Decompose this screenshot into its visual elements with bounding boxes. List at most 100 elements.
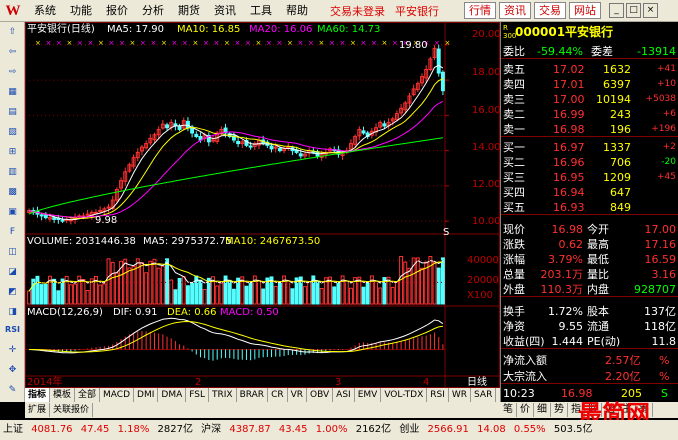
signal-marker: × [319, 39, 325, 47]
side-tab[interactable]: 细 [534, 403, 551, 417]
menu-analysis[interactable]: 分析 [135, 0, 171, 22]
stat-value: 203.1万 [540, 268, 584, 281]
tab-brar[interactable]: BRAR [237, 388, 269, 402]
tab-rsi[interactable]: RSI [427, 388, 449, 402]
tab-emv[interactable]: EMV [355, 388, 382, 402]
menu-system[interactable]: 系统 [27, 0, 63, 22]
bar-chart-icon[interactable]: ▥ [4, 164, 21, 180]
volume-bar [290, 288, 295, 305]
volume-bar [227, 279, 232, 305]
minimize-icon[interactable]: _ [609, 3, 624, 18]
kline-icon[interactable]: ⊞ [4, 144, 21, 160]
stats-icon[interactable]: ◫ [4, 244, 21, 260]
close-icon[interactable]: × [643, 3, 658, 18]
compare-icon[interactable]: ◨ [4, 304, 21, 320]
volume-bar [436, 267, 441, 305]
menu-tools[interactable]: 工具 [243, 0, 279, 22]
tab-item[interactable]: 全部 [75, 388, 101, 402]
menu-help[interactable]: 帮助 [279, 0, 315, 22]
candle-body [177, 125, 182, 130]
kline-chart[interactable]: × × × × × × × × × × × × × × × × × × × × × × × × × × × × × × × × × × × × × × × ×… [25, 22, 501, 388]
tab-macd[interactable]: MACD [100, 388, 135, 402]
chart-line-icon[interactable]: ▨ [4, 124, 21, 140]
right-arrow-icon[interactable]: ⇨ [4, 64, 21, 80]
tab-obv[interactable]: OBV [307, 388, 334, 402]
trade-button[interactable]: 交易 [534, 2, 566, 19]
zoom-icon[interactable]: ✛ [4, 342, 21, 358]
volume-bar [198, 279, 203, 305]
volume-bar [215, 285, 220, 305]
stat-label-2: 最高 [587, 238, 609, 251]
side-tab[interactable]: 价 [517, 403, 534, 417]
ask-row: 卖三 17.00 10194 +5038 [501, 92, 678, 107]
hs-index-change: 43.45 [278, 424, 308, 435]
tab-vol-tdx[interactable]: VOL-TDX [381, 388, 428, 402]
tab-fsl[interactable]: FSL [186, 388, 209, 402]
tab-item[interactable]: 模板 [50, 388, 76, 402]
list-icon[interactable]: ▦ [4, 84, 21, 100]
price-axis-20: 20.00 [472, 29, 501, 40]
stat-label: 涨幅 [503, 253, 525, 266]
tab-item[interactable]: 指标 [25, 388, 51, 402]
tab-vr[interactable]: VR [288, 388, 308, 402]
hs-index-label[interactable]: 沪深 [201, 424, 221, 435]
tick-side: S [661, 387, 668, 400]
maximize-icon[interactable]: □ [626, 3, 641, 18]
volume-bar [73, 283, 78, 305]
fund-value-2: 137亿 [644, 305, 676, 318]
report-icon[interactable]: ▤ [4, 104, 21, 120]
dea-label: DEA: 0.66 [167, 307, 217, 318]
volume-bar [181, 276, 186, 305]
ask-row: 卖一 16.98 196 +196 [501, 122, 678, 137]
tab-wr[interactable]: WR [449, 388, 472, 402]
sh-index-label[interactable]: 上证 [3, 424, 23, 435]
volume-bar [127, 267, 132, 305]
candle-body [436, 48, 441, 74]
tab-trix[interactable]: TRIX [209, 388, 237, 402]
pen-icon[interactable]: ✎ [4, 382, 21, 398]
tab-dma[interactable]: DMA [158, 388, 187, 402]
fund-value: 1.72% [548, 305, 583, 318]
window-icon[interactable]: ◩ [4, 284, 21, 300]
ranking-icon[interactable]: ◪ [4, 264, 21, 280]
trade-login-link[interactable]: 交易未登录 [325, 3, 390, 19]
menu-news[interactable]: 资讯 [207, 0, 243, 22]
trend-icon[interactable]: ▩ [4, 184, 21, 200]
signal-marker: × [277, 39, 283, 47]
signal-marker: × [203, 39, 209, 47]
volume-bar [114, 272, 119, 305]
tab-extend[interactable]: 扩展 [25, 403, 51, 417]
candle-body [440, 71, 445, 92]
fund-label: 换手 [503, 305, 525, 318]
move-icon[interactable]: ✥ [4, 362, 21, 378]
website-button[interactable]: 网站 [569, 2, 601, 19]
left-arrow-icon[interactable]: ⇦ [4, 44, 21, 60]
stat-value-2: 16.59 [644, 253, 677, 266]
menu-quote[interactable]: 报价 [99, 0, 135, 22]
dif-label: DIF: 0.91 [113, 307, 158, 318]
candle-body [43, 214, 48, 219]
side-tab[interactable]: 势 [551, 403, 568, 417]
tab-cr[interactable]: CR [268, 388, 288, 402]
table-icon[interactable]: ▣ [4, 204, 21, 220]
f10-icon[interactable]: F [4, 224, 21, 240]
cy-index-label[interactable]: 创业 [399, 424, 419, 435]
signal-marker: × [287, 39, 293, 47]
price-axis-16: 16.00 [472, 105, 501, 116]
left-toolbar: ⇧ ⇦ ⇨ ▦ ▤ ▨ ⊞ ▥ ▩ ▣ F ◫ ◪ ◩ ◨ RSI ✛ ✥ ✎ [0, 22, 25, 402]
tab-related-quote[interactable]: 关联报价 [50, 403, 94, 417]
bid-label: 买五 [503, 201, 525, 214]
menu-futures[interactable]: 期货 [171, 0, 207, 22]
tab-sar[interactable]: SAR [471, 388, 497, 402]
sh-index-pct: 1.18% [117, 424, 150, 435]
side-tab[interactable]: 笔 [500, 403, 517, 417]
quote-button[interactable]: 行情 [464, 2, 496, 19]
tab-asi[interactable]: ASI [333, 388, 355, 402]
tab-dmi[interactable]: DMI [134, 388, 159, 402]
fund-value: 1.444 [551, 335, 584, 348]
bid-price: 16.97 [553, 141, 585, 154]
menu-function[interactable]: 功能 [63, 0, 99, 22]
rsi-icon[interactable]: RSI [4, 322, 21, 338]
news-button[interactable]: 资讯 [499, 2, 531, 19]
up-arrow-icon[interactable]: ⇧ [4, 24, 21, 40]
